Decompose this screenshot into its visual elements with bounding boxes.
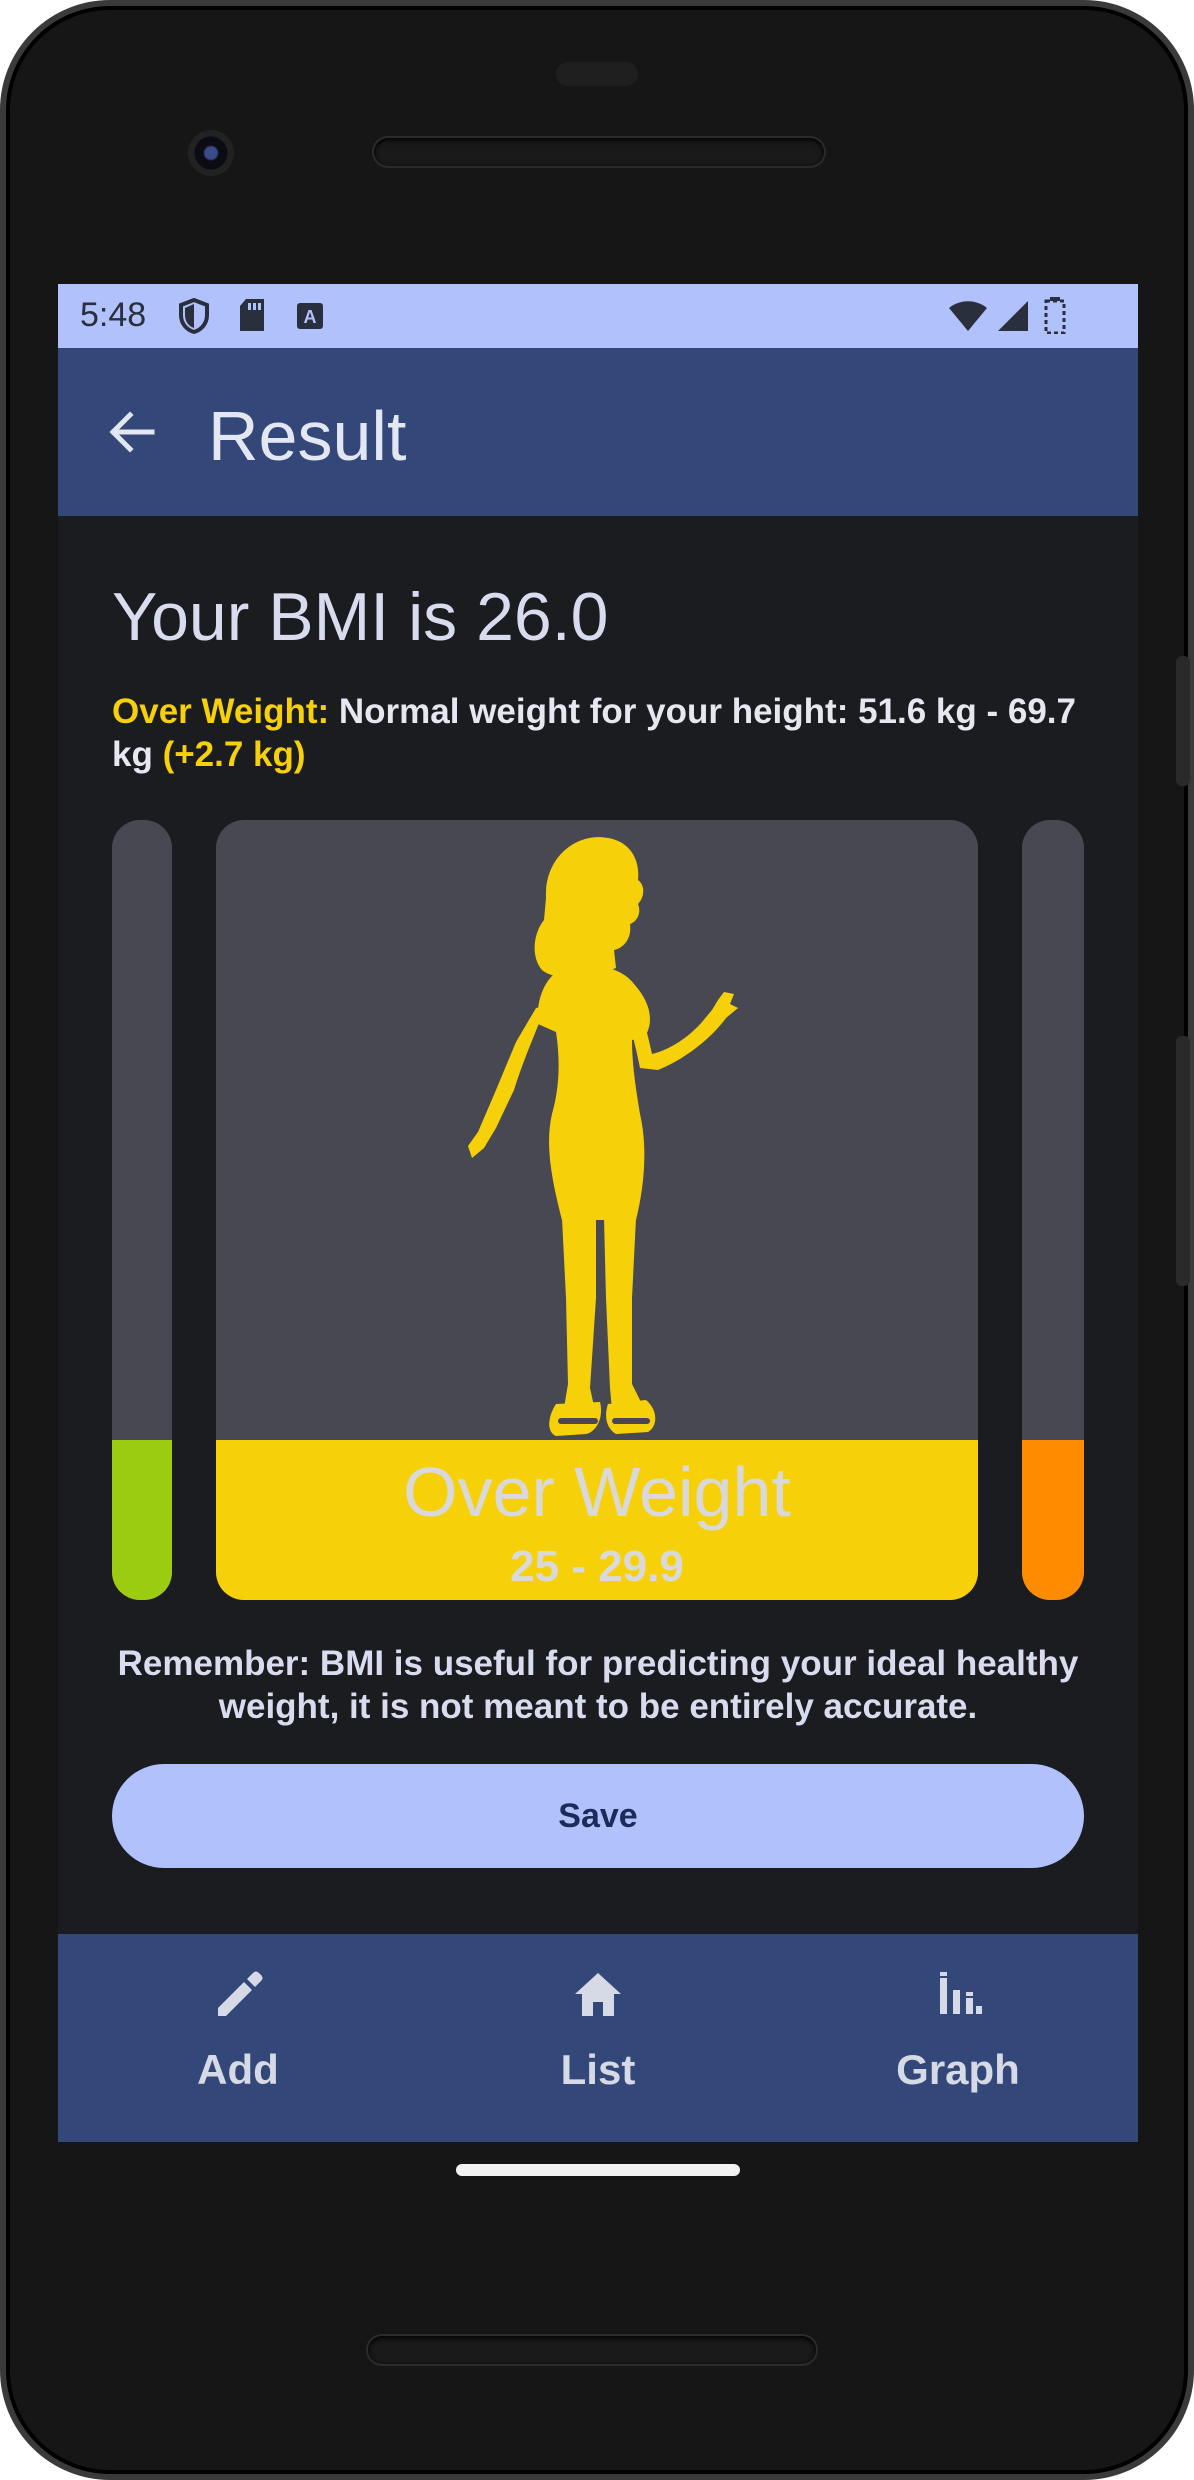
earpiece-slot [556,62,638,86]
category-card-current[interactable]: Over Weight 25 - 29.9 [216,820,978,1600]
nav-label: List [560,2046,636,2093]
keyboard-a-icon: A [297,303,323,329]
phone-frame: 5:48 A Result Your BMI is 26.0 Over Weig… [0,0,1194,2480]
svg-text:A: A [304,307,317,327]
home-gesture-bar[interactable] [456,2164,740,2176]
nav-item-graph[interactable]: Graph [778,1934,1138,2142]
home-icon [575,1973,621,2016]
nav-label: Add [197,2046,279,2093]
battery-icon [1044,297,1066,334]
pencil-icon [218,1971,263,2016]
category-card-previous[interactable] [112,820,172,1600]
shield-icon [179,298,209,334]
bar-chart-icon [940,1972,982,2014]
front-camera [188,130,234,176]
bottom-speaker [368,2336,816,2364]
bmi-disclaimer: Remember: BMI is useful for predicting y… [117,1644,1079,1726]
nav-label: Graph [896,2046,1020,2093]
weight-difference: (+2.7 kg) [162,735,306,774]
volume-button [1176,1036,1190,1286]
bmi-heading: Your BMI is 26.0 [112,579,609,655]
category-label: Over Weight: [112,692,330,731]
screen: 5:48 A Result Your BMI is 26.0 Over Weig… [58,284,1138,2142]
arrow-left-icon[interactable] [106,406,158,458]
nav-item-list[interactable]: List [418,1934,778,2142]
category-card-next[interactable] [1022,820,1084,1600]
category-range: 25 - 29.9 [510,1542,684,1591]
cell-signal-icon [998,301,1028,331]
top-speaker [374,138,824,166]
save-button[interactable]: Save [112,1764,1084,1868]
category-band: Over Weight 25 - 29.9 [216,1440,978,1600]
category-band [112,1440,172,1600]
page-title: Result [208,397,407,475]
nav-item-add[interactable]: Add [58,1934,418,2142]
wifi-icon [949,301,987,331]
woman-silhouette-icon [468,837,738,1436]
category-band [1022,1440,1084,1600]
status-bar: 5:48 A [58,284,1138,348]
app-bar: Result [58,348,1138,516]
power-button [1176,656,1190,786]
bmi-description: Over Weight: Normal weight for your heig… [112,690,1092,776]
status-time: 5:48 [80,296,147,334]
category-name: Over Weight [403,1453,791,1531]
bottom-navigation: Add List Graph [58,1934,1138,2142]
sd-card-icon [240,299,264,331]
